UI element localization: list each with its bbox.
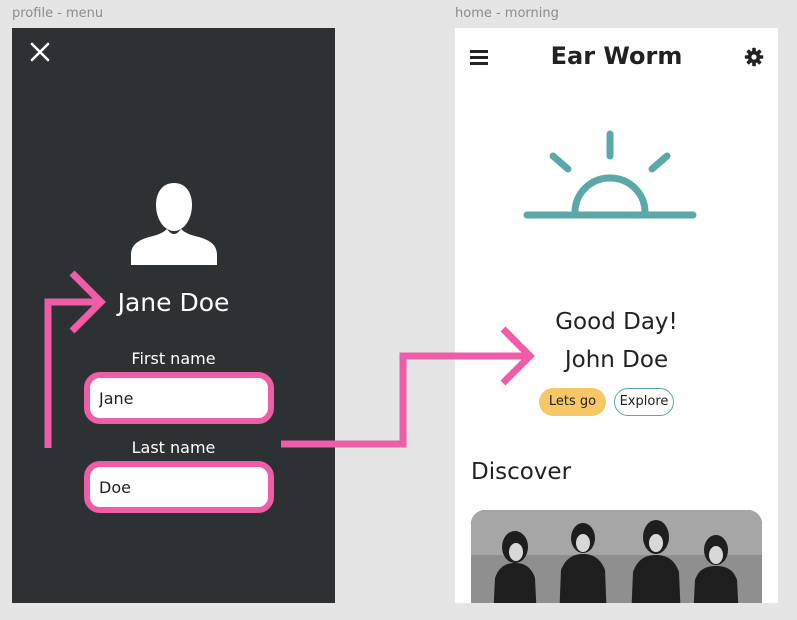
prototype-arrows bbox=[44, 270, 535, 448]
flow-arrow-to-home bbox=[281, 352, 528, 448]
flow-arrow-profile bbox=[44, 298, 100, 448]
